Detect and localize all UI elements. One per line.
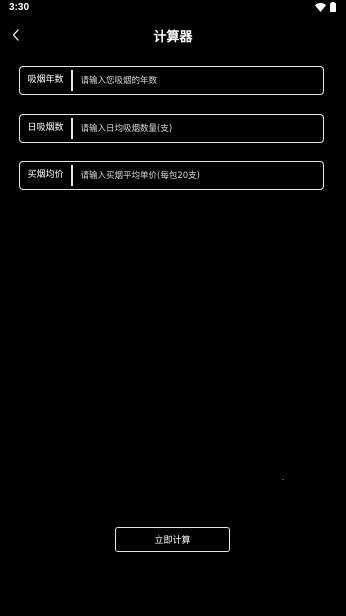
page-title: 计算器 xyxy=(153,30,193,45)
status-time: 3:30 xyxy=(9,2,30,13)
calculate-button[interactable]: 立即计算 xyxy=(115,527,230,552)
wifi-icon xyxy=(315,2,326,12)
app-bar: 计算器 xyxy=(0,18,346,52)
smoking-years-field: 吸烟年数 xyxy=(19,66,324,95)
field-divider xyxy=(71,118,73,139)
status-bar: 3:30 xyxy=(0,0,346,16)
smoking-years-label: 吸烟年数 xyxy=(27,75,64,85)
battery-icon xyxy=(330,2,336,12)
status-icons xyxy=(315,2,336,12)
field-divider xyxy=(71,165,73,186)
daily-cigarettes-input[interactable] xyxy=(80,115,317,142)
smoking-years-input[interactable] xyxy=(80,67,317,94)
daily-cigarettes-label: 日吸烟数 xyxy=(27,123,64,133)
pack-price-label: 买烟均价 xyxy=(27,170,64,180)
pack-price-input[interactable] xyxy=(80,162,317,189)
daily-cigarettes-field: 日吸烟数 xyxy=(19,114,324,143)
pack-price-field: 买烟均价 xyxy=(19,161,324,190)
field-divider xyxy=(71,70,73,91)
dot-mark xyxy=(282,479,284,480)
